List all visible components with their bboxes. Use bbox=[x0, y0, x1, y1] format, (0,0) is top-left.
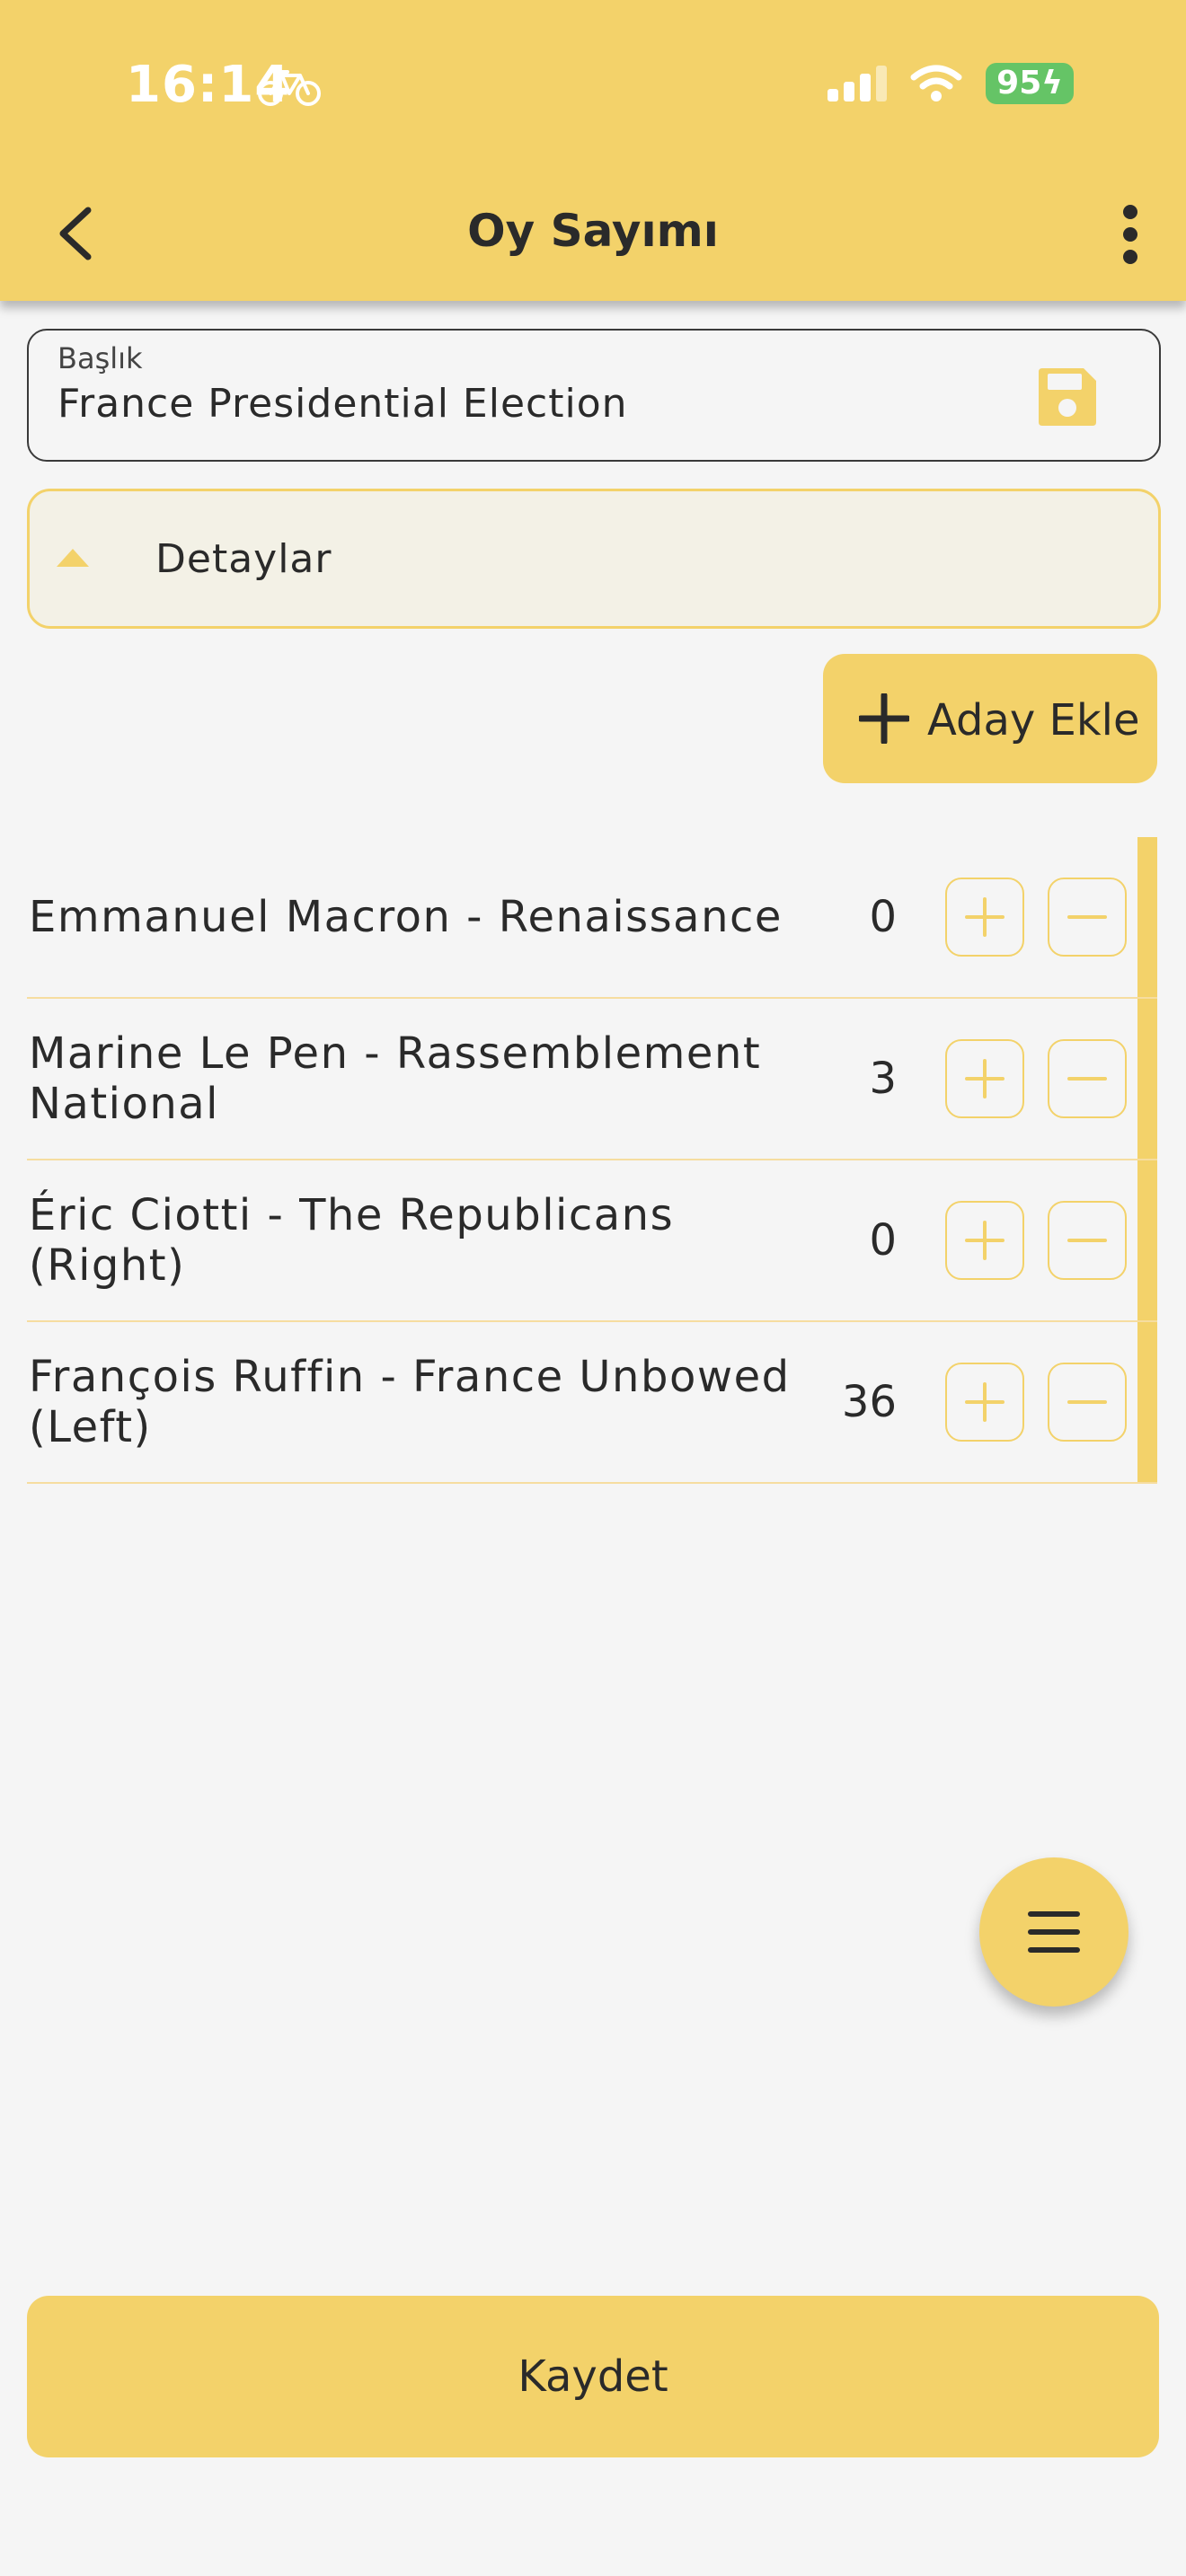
candidate-name: Éric Ciotti - The Republicans (Right) bbox=[29, 1190, 675, 1291]
details-accordion[interactable]: Detaylar bbox=[27, 489, 1161, 629]
candidate-row: Éric Ciotti - The Republicans (Right) 0 bbox=[27, 1160, 1157, 1322]
battery-level: 95 bbox=[996, 65, 1042, 101]
plus-icon bbox=[965, 897, 1005, 937]
vote-count: 3 bbox=[869, 1054, 897, 1104]
charging-bolt-icon: ϟ bbox=[1041, 65, 1063, 101]
plus-icon bbox=[965, 1221, 1005, 1260]
app-header: 16:14 95ϟ Oy Sayımı bbox=[0, 0, 1186, 301]
candidate-row: François Ruffin - France Unbowed (Left) … bbox=[27, 1322, 1157, 1484]
menu-fab[interactable] bbox=[979, 1857, 1128, 2007]
decrement-button[interactable] bbox=[1048, 1039, 1127, 1118]
details-label: Detaylar bbox=[155, 536, 332, 582]
increment-button[interactable] bbox=[945, 1039, 1024, 1118]
candidate-name: François Ruffin - France Unbowed (Left) bbox=[29, 1352, 791, 1452]
status-indicators: 95ϟ bbox=[828, 63, 1074, 104]
caret-up-icon bbox=[57, 549, 89, 567]
candidate-name: Marine Le Pen - Rassemblement National bbox=[29, 1028, 762, 1129]
more-options-icon[interactable] bbox=[1112, 203, 1148, 266]
add-candidate-label: Aday Ekle bbox=[927, 695, 1140, 745]
hamburger-menu-icon bbox=[1028, 1911, 1080, 1953]
candidate-name: Emmanuel Macron - Renaissance bbox=[29, 892, 783, 942]
minus-icon bbox=[1067, 1400, 1107, 1404]
battery-indicator: 95ϟ bbox=[986, 63, 1074, 104]
vote-count: 0 bbox=[869, 892, 897, 942]
decrement-button[interactable] bbox=[1048, 878, 1127, 957]
increment-button[interactable] bbox=[945, 1201, 1024, 1280]
plus-icon bbox=[965, 1382, 1005, 1422]
save-icon[interactable] bbox=[1035, 365, 1100, 429]
cellular-signal-icon bbox=[828, 66, 888, 101]
save-button[interactable]: Kaydet bbox=[27, 2296, 1159, 2457]
wifi-icon bbox=[910, 65, 962, 101]
page-title: Oy Sayımı bbox=[467, 205, 719, 257]
decrement-button[interactable] bbox=[1048, 1201, 1127, 1280]
candidate-list: Emmanuel Macron - Renaissance 0 Marine L… bbox=[27, 837, 1157, 1484]
increment-button[interactable] bbox=[945, 1363, 1024, 1442]
vote-count: 0 bbox=[869, 1215, 897, 1266]
bicycle-icon bbox=[258, 70, 321, 106]
title-field-label: Başlık bbox=[58, 341, 143, 375]
plus-icon bbox=[859, 693, 909, 744]
minus-icon bbox=[1067, 1077, 1107, 1081]
increment-button[interactable] bbox=[945, 878, 1024, 957]
decrement-button[interactable] bbox=[1048, 1363, 1127, 1442]
candidate-row: Emmanuel Macron - Renaissance 0 bbox=[27, 837, 1157, 999]
candidate-row: Marine Le Pen - Rassemblement National 3 bbox=[27, 999, 1157, 1160]
minus-icon bbox=[1067, 1239, 1107, 1242]
minus-icon bbox=[1067, 915, 1107, 919]
add-candidate-button[interactable]: Aday Ekle bbox=[823, 654, 1157, 783]
plus-icon bbox=[965, 1059, 1005, 1098]
save-button-label: Kaydet bbox=[518, 2351, 668, 2402]
title-field[interactable]: Başlık France Presidential Election bbox=[27, 329, 1161, 462]
vote-count: 36 bbox=[841, 1377, 897, 1427]
title-field-value[interactable]: France Presidential Election bbox=[58, 381, 628, 427]
